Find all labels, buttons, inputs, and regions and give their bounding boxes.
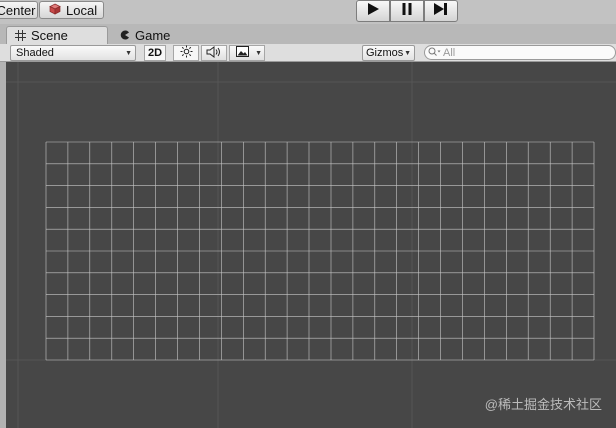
speaker-icon (206, 45, 222, 61)
dropdown-arrow-icon: ▼ (255, 50, 262, 57)
2d-label: 2D (147, 47, 163, 59)
pacman-icon (120, 30, 130, 40)
tab-game-label: Game (135, 27, 171, 43)
effects-dropdown[interactable]: ▼ (229, 45, 265, 61)
image-icon (236, 46, 249, 60)
dropdown-arrow-icon: ▼ (125, 50, 132, 57)
scene-toolbar: Shaded ▼ 2D ▼ Gizmos ▼ All (0, 44, 616, 62)
lighting-toggle[interactable] (173, 45, 199, 61)
pause-button[interactable] (390, 0, 424, 22)
audio-toggle[interactable] (201, 45, 227, 61)
gizmos-label: Gizmos (366, 47, 404, 59)
search-icon (428, 44, 441, 62)
pivot-center-button[interactable]: Center (0, 1, 38, 19)
grid-hash-icon (15, 30, 26, 41)
pivot-local-button[interactable]: Local (39, 1, 104, 19)
pause-icon (400, 2, 414, 21)
main-toolbar: Center Local (0, 0, 616, 24)
step-button[interactable] (424, 0, 458, 22)
shading-mode-value: Shaded (16, 47, 54, 59)
search-input[interactable] (441, 46, 603, 59)
local-label: Local (66, 2, 98, 18)
tab-scene[interactable]: Scene (6, 26, 108, 44)
scene-grid (6, 62, 616, 428)
play-icon (366, 2, 380, 21)
playback-controls (356, 0, 459, 22)
scene-viewport[interactable]: @稀土掘金技术社区 (6, 62, 616, 428)
scene-search-field[interactable] (424, 45, 616, 60)
view-tab-bar: Scene Game (0, 24, 616, 44)
2d-mode-toggle[interactable]: 2D (144, 45, 166, 61)
tab-scene-label: Scene (31, 28, 68, 43)
gizmos-dropdown[interactable]: Gizmos ▼ (362, 45, 415, 61)
play-button[interactable] (356, 0, 390, 22)
sun-icon (180, 45, 193, 61)
center-label: Center (0, 2, 36, 18)
cube-icon (49, 3, 61, 18)
watermark: @稀土掘金技术社区 (484, 397, 602, 412)
step-icon (433, 2, 449, 21)
shading-mode-dropdown[interactable]: Shaded ▼ (10, 45, 136, 61)
dropdown-arrow-icon: ▼ (404, 50, 411, 57)
tab-game[interactable]: Game (118, 26, 188, 44)
